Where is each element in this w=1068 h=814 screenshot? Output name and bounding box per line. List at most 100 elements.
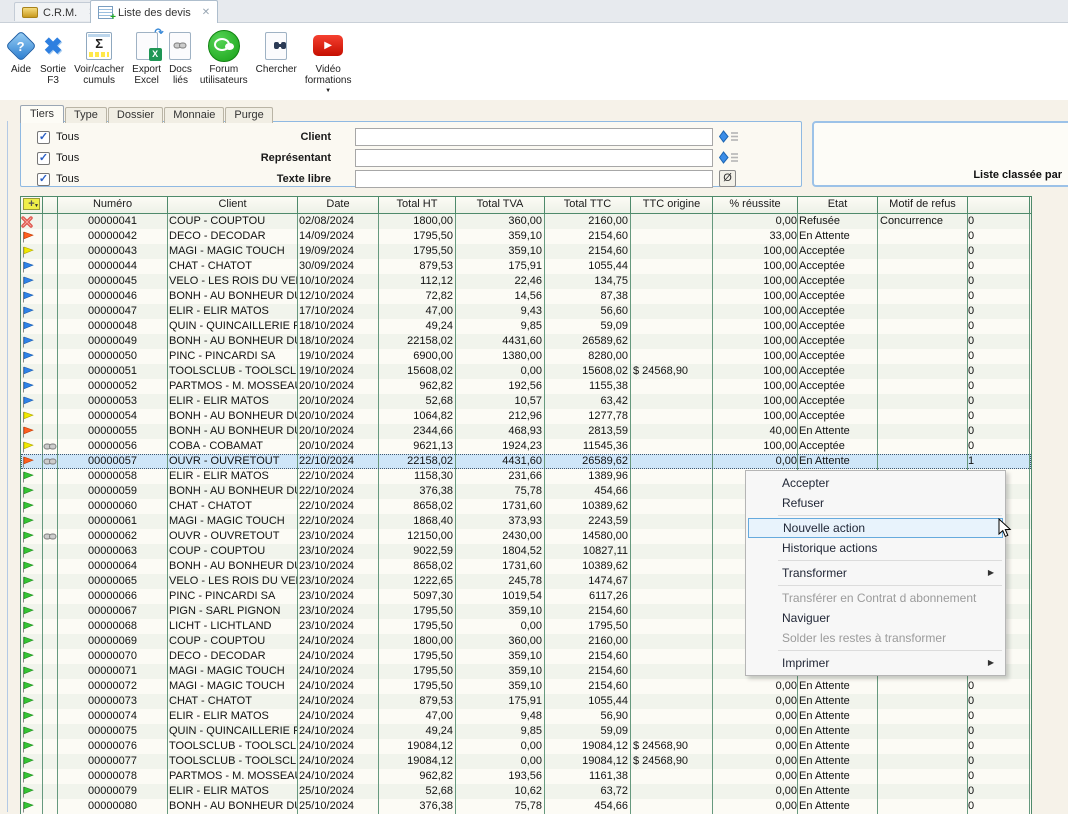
table-row[interactable]: 00000052PARTMOS - M. MOSSEAU E20/10/2024… <box>21 379 1031 394</box>
menu-item-naviguer[interactable]: Naviguer <box>748 608 1003 628</box>
empty-set-button-wrap[interactable]: Ø <box>719 170 736 187</box>
table-row[interactable]: 00000048QUIN - QUINCAILLERIE PL18/10/202… <box>21 319 1031 334</box>
menu-item-imprimer[interactable]: Imprimer▶ <box>748 653 1003 673</box>
table-row[interactable]: 00000043MAGI - MAGIC TOUCH19/09/20241795… <box>21 244 1031 259</box>
table-header--r-ussite[interactable]: % réussite <box>713 197 798 213</box>
lookup-icon[interactable] <box>719 130 739 143</box>
table-row[interactable]: 00000056COBA - COBAMAT20/10/20249621,131… <box>21 439 1031 454</box>
tab-liste-des-devis-close-icon[interactable]: ✕ <box>202 7 210 18</box>
menu-item-accepter[interactable]: Accepter <box>748 473 1003 493</box>
texte-libre-input[interactable] <box>355 170 713 188</box>
table-row[interactable]: 00000073CHAT - CHATOT24/10/2024879,53175… <box>21 694 1031 709</box>
lookup-button[interactable] <box>719 130 739 146</box>
customize-columns-button[interactable]: +▼ <box>23 198 40 210</box>
context-menu: AccepterRefuser Nouvelle actionHistorique… <box>745 470 1006 676</box>
cell-date: 24/10/2024 <box>298 679 379 694</box>
table-row[interactable]: 00000078PARTMOS - M. MOSSEAU E24/10/2024… <box>21 769 1031 784</box>
table-row-selected[interactable]: 00000057OUVR - OUVRETOUT22/10/202422158,… <box>21 454 1031 469</box>
table-row[interactable]: 00000051TOOLSCLUB - TOOLSCLUB19/10/20241… <box>21 364 1031 379</box>
table-row[interactable]: 00000079ELIR - ELIR MATOS25/10/202452,68… <box>21 784 1031 799</box>
client-input[interactable] <box>355 128 713 146</box>
help-button[interactable]: ?Aide <box>6 28 36 76</box>
table-row[interactable]: 00000053ELIR - ELIR MATOS20/10/202452,68… <box>21 394 1031 409</box>
table-header-num-ro[interactable]: Numéro <box>58 197 168 213</box>
table-row[interactable]: 00000072MAGI - MAGIC TOUCH24/10/20241795… <box>21 679 1031 694</box>
table-row[interactable]: 00000055BONH - AU BONHEUR DU B20/10/2024… <box>21 424 1031 439</box>
chain-link-icon <box>43 442 57 451</box>
cell-date: 24/10/2024 <box>298 709 379 724</box>
table-header-date[interactable]: Date <box>298 197 379 213</box>
video-play-icon: ▶ <box>313 35 343 56</box>
tous-checkbox[interactable]: ✓ <box>37 131 50 144</box>
table-header-total-ht[interactable]: Total HT <box>379 197 456 213</box>
video-trainings-button[interactable]: ▶Vidéo formations▼ <box>301 28 356 95</box>
menu-item-historique-actions[interactable]: Historique actions <box>748 538 1003 558</box>
cell-total-tva: 22,46 <box>456 274 545 289</box>
table-row[interactable]: 00000076TOOLSCLUB - TOOLSCLUB24/10/20241… <box>21 739 1031 754</box>
table-header-total-tva[interactable]: Total TVA <box>456 197 545 213</box>
table-row[interactable]: 00000074ELIR - ELIR MATOS24/10/202447,00… <box>21 709 1031 724</box>
cell-total-ttc: 2154,60 <box>545 679 631 694</box>
lookup-icon[interactable] <box>719 151 739 164</box>
table-row[interactable]: 00000077TOOLSCLUB - TOOLSCLUB24/10/20241… <box>21 754 1031 769</box>
table-row[interactable]: 00000054BONH - AU BONHEUR DU B20/10/2024… <box>21 409 1031 424</box>
table-header-blank[interactable] <box>968 197 1030 213</box>
table-row[interactable]: 00000075QUIN - QUINCAILLERIE PL24/10/202… <box>21 724 1031 739</box>
menu-item-refuser[interactable]: Refuser <box>748 493 1003 513</box>
cell-numero: 00000044 <box>58 259 168 274</box>
représentant-input[interactable] <box>355 149 713 167</box>
cell-total-ttc: 2154,60 <box>545 664 631 679</box>
table-row[interactable]: 00000047ELIR - ELIR MATOS17/10/202447,00… <box>21 304 1031 319</box>
table-header-add[interactable]: +▼ <box>21 197 43 213</box>
cell-total-ht: 22158,02 <box>379 454 456 469</box>
tab-liste-des-devis[interactable]: + Liste des devis ✕ <box>90 0 218 23</box>
cell-ttc-origine <box>631 349 713 364</box>
cell-total-ttc: 2154,60 <box>545 244 631 259</box>
cell-etat: En Attente <box>798 769 878 784</box>
table-header-client[interactable]: Client <box>168 197 298 213</box>
table-row[interactable]: 00000046BONH - AU BONHEUR DU B12/10/2024… <box>21 289 1031 304</box>
row-link-icon-cell <box>43 259 58 274</box>
empty-set-button[interactable]: Ø <box>719 170 736 187</box>
filter-tab-type[interactable]: Type <box>65 107 107 123</box>
toggle-totals-button[interactable]: ΣVoir/cacher cumuls <box>70 28 128 87</box>
cell-total-ttc: 19084,12 <box>545 739 631 754</box>
table-header-ttc-origine[interactable]: TTC origine <box>631 197 713 213</box>
cell-pct-reussite: 100,00 <box>713 274 798 289</box>
table-row[interactable]: 00000041COUP - COUPTOU02/08/20241800,003… <box>21 214 1031 229</box>
table-row[interactable]: 00000045VELO - LES ROIS DU VELO10/10/202… <box>21 274 1031 289</box>
menu-item-nouvelle-action[interactable]: Nouvelle action <box>748 518 1003 538</box>
row-link-icon-cell <box>43 529 58 544</box>
search-button[interactable]: Chercher <box>252 28 301 76</box>
cell-ttc-origine <box>631 439 713 454</box>
filter-tab-dossier[interactable]: Dossier <box>108 107 163 123</box>
table-header-etat[interactable]: Etat <box>798 197 878 213</box>
linked-docs-button[interactable]: Docs liés <box>165 28 196 87</box>
table-header-motif-de-refus[interactable]: Motif de refus <box>878 197 968 213</box>
search-button-label: Chercher <box>256 64 297 75</box>
cell-ttc-origine <box>631 514 713 529</box>
user-forum-button-label: Forum utilisateurs <box>200 64 248 86</box>
tous-checkbox[interactable]: ✓ <box>37 152 50 165</box>
cell-date: 19/10/2024 <box>298 364 379 379</box>
table-row[interactable]: 00000044CHAT - CHATOT30/09/2024879,53175… <box>21 259 1031 274</box>
export-excel-button[interactable]: ↷XExport Excel <box>128 28 165 87</box>
lookup-button[interactable] <box>719 151 739 167</box>
table-row[interactable]: 00000050PINC - PINCARDI SA19/10/20246900… <box>21 349 1031 364</box>
green-flag-icon <box>21 801 34 813</box>
table-header-total-ttc[interactable]: Total TTC <box>545 197 631 213</box>
filter-tab-monnaie[interactable]: Monnaie <box>164 107 224 123</box>
cell-client: ELIR - ELIR MATOS <box>168 469 298 484</box>
cell-date: 02/08/2024 <box>298 214 379 229</box>
tous-checkbox[interactable]: ✓ <box>37 173 50 186</box>
filter-tab-tiers[interactable]: Tiers <box>20 105 64 123</box>
menu-item-transformer[interactable]: Transformer▶ <box>748 563 1003 583</box>
exit-button[interactable]: ✖Sortie F3 <box>36 28 70 87</box>
table-row[interactable]: 00000049BONH - AU BONHEUR DU B18/10/2024… <box>21 334 1031 349</box>
table-header-blank[interactable] <box>43 197 58 213</box>
filter-tab-purge[interactable]: Purge <box>225 107 272 123</box>
cell-numero: 00000064 <box>58 559 168 574</box>
cell-numero: 00000058 <box>58 469 168 484</box>
table-row[interactable]: 00000042DECO - DECODAR14/09/20241795,503… <box>21 229 1031 244</box>
user-forum-button[interactable]: Forum utilisateurs <box>196 28 252 87</box>
